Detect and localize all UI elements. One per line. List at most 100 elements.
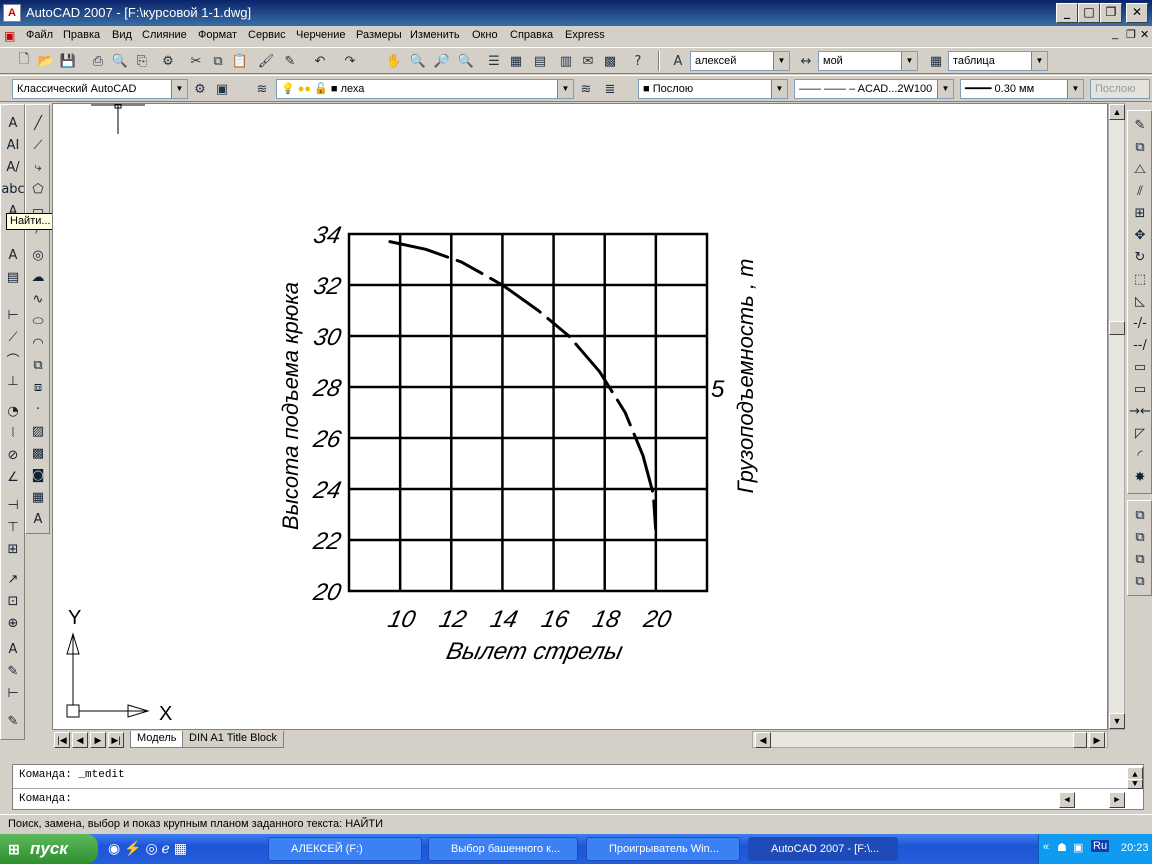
doc-minimize-button[interactable]: _ [1112,28,1118,40]
insert-block-icon[interactable]: ⧉ [28,355,48,375]
scale-icon[interactable]: ⬚ [1130,269,1150,289]
join-icon[interactable]: →← [1129,401,1151,421]
table-icon[interactable]: ▦ [28,487,48,507]
plot-icon[interactable]: ⎙ [88,51,108,71]
menu-view[interactable]: Вид [112,29,132,41]
offset-icon[interactable]: ⫽ [1130,181,1150,201]
vertical-scroll-thumb[interactable] [1109,321,1125,335]
hatch-icon[interactable]: ▨ [28,421,48,441]
menu-merge[interactable]: Слияние [142,29,187,41]
dtext-icon[interactable]: AI [3,135,23,155]
edit-text-icon[interactable]: A/ [3,157,23,177]
menu-express[interactable]: Express [565,29,605,41]
dim-style-tool-icon[interactable]: ✎ [3,711,23,731]
construction-line-icon[interactable]: ⟋ [28,135,48,155]
gradient-icon[interactable]: ▩ [28,443,48,463]
match-properties-icon[interactable]: 🖌 [256,51,276,71]
doc-close-button[interactable]: ✕ [1140,28,1149,41]
paste-icon[interactable]: 📋 [230,51,250,71]
help-icon[interactable]: ? [628,51,648,71]
text-style-icon[interactable]: A [668,51,688,71]
zoom-window-icon[interactable]: 🔎 [432,51,452,71]
circle-icon[interactable]: ◎ [28,245,48,265]
layer-manager-icon[interactable]: ≋ [252,79,272,99]
rotate-icon[interactable]: ↻ [1130,247,1150,267]
send-to-back-icon[interactable]: ⧉ [1130,527,1150,547]
winamp-icon[interactable]: ⚡ [124,840,141,856]
next-tab-button[interactable]: ▶ [90,732,106,748]
aligned-dim-icon[interactable]: ⟋ [3,327,23,347]
properties-icon[interactable]: ☰ [484,51,504,71]
break-at-point-icon[interactable]: ▭ [1130,357,1150,377]
network-icon[interactable]: ▣ [1073,841,1083,854]
make-layer-current-icon[interactable]: ≋ [576,79,596,99]
array-icon[interactable]: ⊞ [1130,203,1150,223]
scroll-left-button[interactable]: ◀ [755,732,771,748]
dim-style-icon[interactable]: ↔ [796,51,816,71]
horizontal-scroll-thumb[interactable] [1073,732,1087,748]
region-icon[interactable]: ◙ [28,465,48,485]
fillet-icon[interactable]: ◜ [1130,445,1150,465]
command-window[interactable]: Команда: _mtedit Команда: ▲ ▼ ◀ ▶ [12,764,1144,810]
new-file-icon[interactable]: 🗋 [14,51,34,71]
cmd-scroll-down-button[interactable]: ▼ [1127,779,1143,789]
command-prompt[interactable]: Команда: [19,793,72,805]
restore-icon[interactable]: ❐ [1100,3,1122,23]
menu-edit[interactable]: Правка [63,29,100,41]
maximize-button[interactable]: □ [1078,3,1100,23]
polygon-icon[interactable]: ⬠ [28,179,48,199]
undo-icon[interactable]: ↶ [310,51,330,71]
radius-dim-icon[interactable]: ◔ [3,401,23,421]
scale-text-icon[interactable]: ▤ [3,267,23,287]
save-icon[interactable]: 💾 [58,51,78,71]
center-mark-icon[interactable]: ⊕ [3,613,23,633]
tab-din-a1[interactable]: DIN A1 Title Block [182,731,285,748]
menu-modify[interactable]: Изменить [410,29,460,41]
menu-format[interactable]: Формат [198,29,237,41]
menu-dimension[interactable]: Размеры [356,29,402,41]
angular-dim-icon[interactable]: ∠ [3,467,23,487]
ordinate-dim-icon[interactable]: ⊥ [3,371,23,391]
tray-app-icon[interactable]: ☗ [1057,841,1067,854]
layer-previous-icon[interactable]: ≣ [600,79,620,99]
linear-dim-icon[interactable]: ⊢ [3,305,23,325]
break-icon[interactable]: ▭ [1130,379,1150,399]
language-indicator[interactable]: Ru [1091,840,1110,852]
tray-expand-icon[interactable]: « [1043,841,1049,853]
table-style-select[interactable]: таблица ▼ [948,51,1048,71]
etransmit-icon[interactable]: ⚙ [158,51,178,71]
publish-icon[interactable]: ⎘ [132,51,152,71]
tool-palettes-icon[interactable]: ▤ [530,51,550,71]
open-file-icon[interactable]: 📂 [36,51,56,71]
zoom-realtime-icon[interactable]: 🔍 [408,51,428,71]
baseline-dim-icon[interactable]: ⊤ [3,517,23,537]
stretch-icon[interactable]: ◺ [1130,291,1150,311]
ie-icon[interactable]: ℯ [162,840,170,856]
revision-cloud-icon[interactable]: ☁ [28,267,48,287]
diameter-dim-icon[interactable]: ⊘ [3,445,23,465]
autocad-app-icon[interactable]: A [3,4,21,22]
menu-tools[interactable]: Сервис [248,29,286,41]
chamfer-icon[interactable]: ◸ [1130,423,1150,443]
dimedit-icon[interactable]: A [3,639,23,659]
media-icon[interactable]: ◎ [145,840,157,856]
linetype-select[interactable]: —— —— – ACAD...2W100 ▼ [794,79,954,99]
scroll-down-button[interactable]: ▼ [1109,713,1125,729]
menu-window[interactable]: Окно [472,29,498,41]
point-icon[interactable]: · [28,399,48,419]
multiline-text-icon[interactable]: A [28,509,48,529]
spline-icon[interactable]: ∿ [28,289,48,309]
move-icon[interactable]: ✥ [1130,225,1150,245]
copy-icon[interactable]: ⧉ [208,51,228,71]
desktop-icon[interactable]: ▦ [174,840,187,856]
cmd-scroll-left-button[interactable]: ◀ [1059,792,1075,808]
color-select[interactable]: ■ Послою ▼ [638,79,788,99]
erase-icon[interactable]: ✎ [1130,115,1150,135]
redo-icon[interactable]: ↷ [340,51,360,71]
continue-dim-icon[interactable]: ⊞ [3,539,23,559]
cmd-scroll-right-button[interactable]: ▶ [1109,792,1125,808]
cut-icon[interactable]: ✂ [186,51,206,71]
design-center-icon[interactable]: ▦ [506,51,526,71]
dimtedit-icon[interactable]: ✎ [3,661,23,681]
sheet-set-icon[interactable]: ▥ [556,51,576,71]
